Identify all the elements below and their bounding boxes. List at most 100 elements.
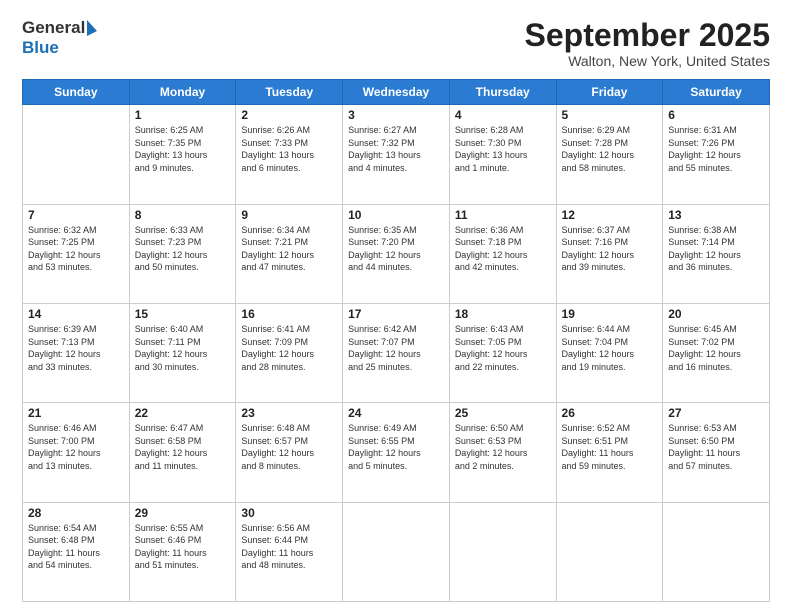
day-info: Sunrise: 6:26 AM Sunset: 7:33 PM Dayligh… bbox=[241, 124, 337, 174]
day-number: 1 bbox=[135, 108, 231, 122]
day-info: Sunrise: 6:50 AM Sunset: 6:53 PM Dayligh… bbox=[455, 422, 551, 472]
day-info: Sunrise: 6:54 AM Sunset: 6:48 PM Dayligh… bbox=[28, 522, 124, 572]
day-info: Sunrise: 6:27 AM Sunset: 7:32 PM Dayligh… bbox=[348, 124, 444, 174]
day-number: 8 bbox=[135, 208, 231, 222]
logo-general: General bbox=[22, 18, 85, 38]
calendar-cell: 4Sunrise: 6:28 AM Sunset: 7:30 PM Daylig… bbox=[449, 105, 556, 204]
day-info: Sunrise: 6:39 AM Sunset: 7:13 PM Dayligh… bbox=[28, 323, 124, 373]
day-number: 10 bbox=[348, 208, 444, 222]
day-info: Sunrise: 6:48 AM Sunset: 6:57 PM Dayligh… bbox=[241, 422, 337, 472]
day-number: 7 bbox=[28, 208, 124, 222]
calendar-cell: 16 Sunrise: 6:41 AM Sunset: 7:09 PM Dayli… bbox=[236, 303, 343, 402]
calendar-cell: 17 Sunrise: 6:42 AM Sunset: 7:07 PM Dayli… bbox=[343, 303, 450, 402]
day-number: 14 bbox=[28, 307, 124, 321]
day-info: Sunrise: 6:45 AM Sunset: 7:02 PM Dayligh… bbox=[668, 323, 764, 373]
calendar-week-row: 1 Sunrise: 6:25 AM Sunset: 7:35 PM Daylig… bbox=[23, 105, 770, 204]
day-number: 27 bbox=[668, 406, 764, 420]
calendar-cell: 1 Sunrise: 6:25 AM Sunset: 7:35 PM Daylig… bbox=[129, 105, 236, 204]
calendar-week-row: 21 Sunrise: 6:46 AM Sunset: 7:00 PM Dayli… bbox=[23, 403, 770, 502]
day-info: Sunrise: 6:56 AM Sunset: 6:44 PM Dayligh… bbox=[241, 522, 337, 572]
col-wednesday: Wednesday bbox=[343, 80, 450, 105]
day-number: 3 bbox=[348, 108, 444, 122]
col-saturday: Saturday bbox=[663, 80, 770, 105]
calendar-table: Sunday Monday Tuesday Wednesday Thursday… bbox=[22, 79, 770, 602]
day-info: Sunrise: 6:35 AM Sunset: 7:20 PM Dayligh… bbox=[348, 224, 444, 274]
day-number: 5 bbox=[562, 108, 658, 122]
day-info: Sunrise: 6:37 AM Sunset: 7:16 PM Dayligh… bbox=[562, 224, 658, 274]
col-friday: Friday bbox=[556, 80, 663, 105]
day-number: 6 bbox=[668, 108, 764, 122]
calendar-header-row: Sunday Monday Tuesday Wednesday Thursday… bbox=[23, 80, 770, 105]
calendar-cell: 20 Sunrise: 6:45 AM Sunset: 7:02 PM Dayli… bbox=[663, 303, 770, 402]
day-number: 16 bbox=[241, 307, 337, 321]
day-info: Sunrise: 6:55 AM Sunset: 6:46 PM Dayligh… bbox=[135, 522, 231, 572]
calendar-cell: 12Sunrise: 6:37 AM Sunset: 7:16 PM Dayli… bbox=[556, 204, 663, 303]
day-number: 28 bbox=[28, 506, 124, 520]
day-info: Sunrise: 6:43 AM Sunset: 7:05 PM Dayligh… bbox=[455, 323, 551, 373]
day-info: Sunrise: 6:33 AM Sunset: 7:23 PM Dayligh… bbox=[135, 224, 231, 274]
logo-triangle-icon bbox=[87, 20, 97, 36]
calendar-cell: 8 Sunrise: 6:33 AM Sunset: 7:23 PM Daylig… bbox=[129, 204, 236, 303]
logo: General Blue bbox=[22, 18, 97, 58]
calendar-cell: 10 Sunrise: 6:35 AM Sunset: 7:20 PM Dayli… bbox=[343, 204, 450, 303]
day-number: 29 bbox=[135, 506, 231, 520]
day-info: Sunrise: 6:31 AM Sunset: 7:26 PM Dayligh… bbox=[668, 124, 764, 174]
calendar-cell: 7 Sunrise: 6:32 AM Sunset: 7:25 PM Daylig… bbox=[23, 204, 130, 303]
day-info: Sunrise: 6:32 AM Sunset: 7:25 PM Dayligh… bbox=[28, 224, 124, 274]
day-info: Sunrise: 6:38 AM Sunset: 7:14 PM Dayligh… bbox=[668, 224, 764, 274]
day-number: 11 bbox=[455, 208, 551, 222]
day-info: Sunrise: 6:41 AM Sunset: 7:09 PM Dayligh… bbox=[241, 323, 337, 373]
day-info: Sunrise: 6:49 AM Sunset: 6:55 PM Dayligh… bbox=[348, 422, 444, 472]
day-info: Sunrise: 6:53 AM Sunset: 6:50 PM Dayligh… bbox=[668, 422, 764, 472]
calendar-cell: 13 Sunrise: 6:38 AM Sunset: 7:14 PM Dayli… bbox=[663, 204, 770, 303]
day-info: Sunrise: 6:46 AM Sunset: 7:00 PM Dayligh… bbox=[28, 422, 124, 472]
day-info: Sunrise: 6:47 AM Sunset: 6:58 PM Dayligh… bbox=[135, 422, 231, 472]
col-thursday: Thursday bbox=[449, 80, 556, 105]
calendar-week-row: 14 Sunrise: 6:39 AM Sunset: 7:13 PM Dayli… bbox=[23, 303, 770, 402]
day-number: 30 bbox=[241, 506, 337, 520]
day-number: 19 bbox=[562, 307, 658, 321]
calendar-cell: 18Sunrise: 6:43 AM Sunset: 7:05 PM Dayli… bbox=[449, 303, 556, 402]
day-number: 13 bbox=[668, 208, 764, 222]
calendar-cell: 22 Sunrise: 6:47 AM Sunset: 6:58 PM Dayli… bbox=[129, 403, 236, 502]
day-info: Sunrise: 6:25 AM Sunset: 7:35 PM Dayligh… bbox=[135, 124, 231, 174]
calendar-cell: 5 Sunrise: 6:29 AM Sunset: 7:28 PM Daylig… bbox=[556, 105, 663, 204]
calendar-cell: 23Sunrise: 6:48 AM Sunset: 6:57 PM Dayli… bbox=[236, 403, 343, 502]
calendar-cell bbox=[663, 502, 770, 601]
calendar-cell: 26Sunrise: 6:52 AM Sunset: 6:51 PM Dayli… bbox=[556, 403, 663, 502]
day-info: Sunrise: 6:42 AM Sunset: 7:07 PM Dayligh… bbox=[348, 323, 444, 373]
day-info: Sunrise: 6:44 AM Sunset: 7:04 PM Dayligh… bbox=[562, 323, 658, 373]
day-number: 15 bbox=[135, 307, 231, 321]
calendar-cell: 24Sunrise: 6:49 AM Sunset: 6:55 PM Dayli… bbox=[343, 403, 450, 502]
calendar-cell bbox=[23, 105, 130, 204]
page: General Blue September 2025 Walton, New … bbox=[0, 0, 792, 612]
calendar-cell: 14 Sunrise: 6:39 AM Sunset: 7:13 PM Dayli… bbox=[23, 303, 130, 402]
col-monday: Monday bbox=[129, 80, 236, 105]
title-area: September 2025 Walton, New York, United … bbox=[525, 18, 770, 69]
col-tuesday: Tuesday bbox=[236, 80, 343, 105]
calendar-cell: 29 Sunrise: 6:55 AM Sunset: 6:46 PM Dayli… bbox=[129, 502, 236, 601]
day-info: Sunrise: 6:29 AM Sunset: 7:28 PM Dayligh… bbox=[562, 124, 658, 174]
day-number: 20 bbox=[668, 307, 764, 321]
day-number: 26 bbox=[562, 406, 658, 420]
calendar-cell: 25Sunrise: 6:50 AM Sunset: 6:53 PM Dayli… bbox=[449, 403, 556, 502]
logo-blue: Blue bbox=[22, 38, 59, 58]
day-number: 22 bbox=[135, 406, 231, 420]
header: General Blue September 2025 Walton, New … bbox=[22, 18, 770, 69]
calendar-cell: 9 Sunrise: 6:34 AM Sunset: 7:21 PM Daylig… bbox=[236, 204, 343, 303]
calendar-cell bbox=[449, 502, 556, 601]
day-number: 21 bbox=[28, 406, 124, 420]
day-info: Sunrise: 6:28 AM Sunset: 7:30 PM Dayligh… bbox=[455, 124, 551, 174]
calendar-cell: 2Sunrise: 6:26 AM Sunset: 7:33 PM Daylig… bbox=[236, 105, 343, 204]
calendar-cell bbox=[556, 502, 663, 601]
location: Walton, New York, United States bbox=[525, 53, 770, 69]
day-number: 17 bbox=[348, 307, 444, 321]
day-info: Sunrise: 6:34 AM Sunset: 7:21 PM Dayligh… bbox=[241, 224, 337, 274]
calendar-cell: 19 Sunrise: 6:44 AM Sunset: 7:04 PM Dayli… bbox=[556, 303, 663, 402]
day-info: Sunrise: 6:36 AM Sunset: 7:18 PM Dayligh… bbox=[455, 224, 551, 274]
day-number: 9 bbox=[241, 208, 337, 222]
calendar-cell: 6 Sunrise: 6:31 AM Sunset: 7:26 PM Daylig… bbox=[663, 105, 770, 204]
month-title: September 2025 bbox=[525, 18, 770, 53]
calendar-cell: 3 Sunrise: 6:27 AM Sunset: 7:32 PM Daylig… bbox=[343, 105, 450, 204]
calendar-week-row: 7 Sunrise: 6:32 AM Sunset: 7:25 PM Daylig… bbox=[23, 204, 770, 303]
